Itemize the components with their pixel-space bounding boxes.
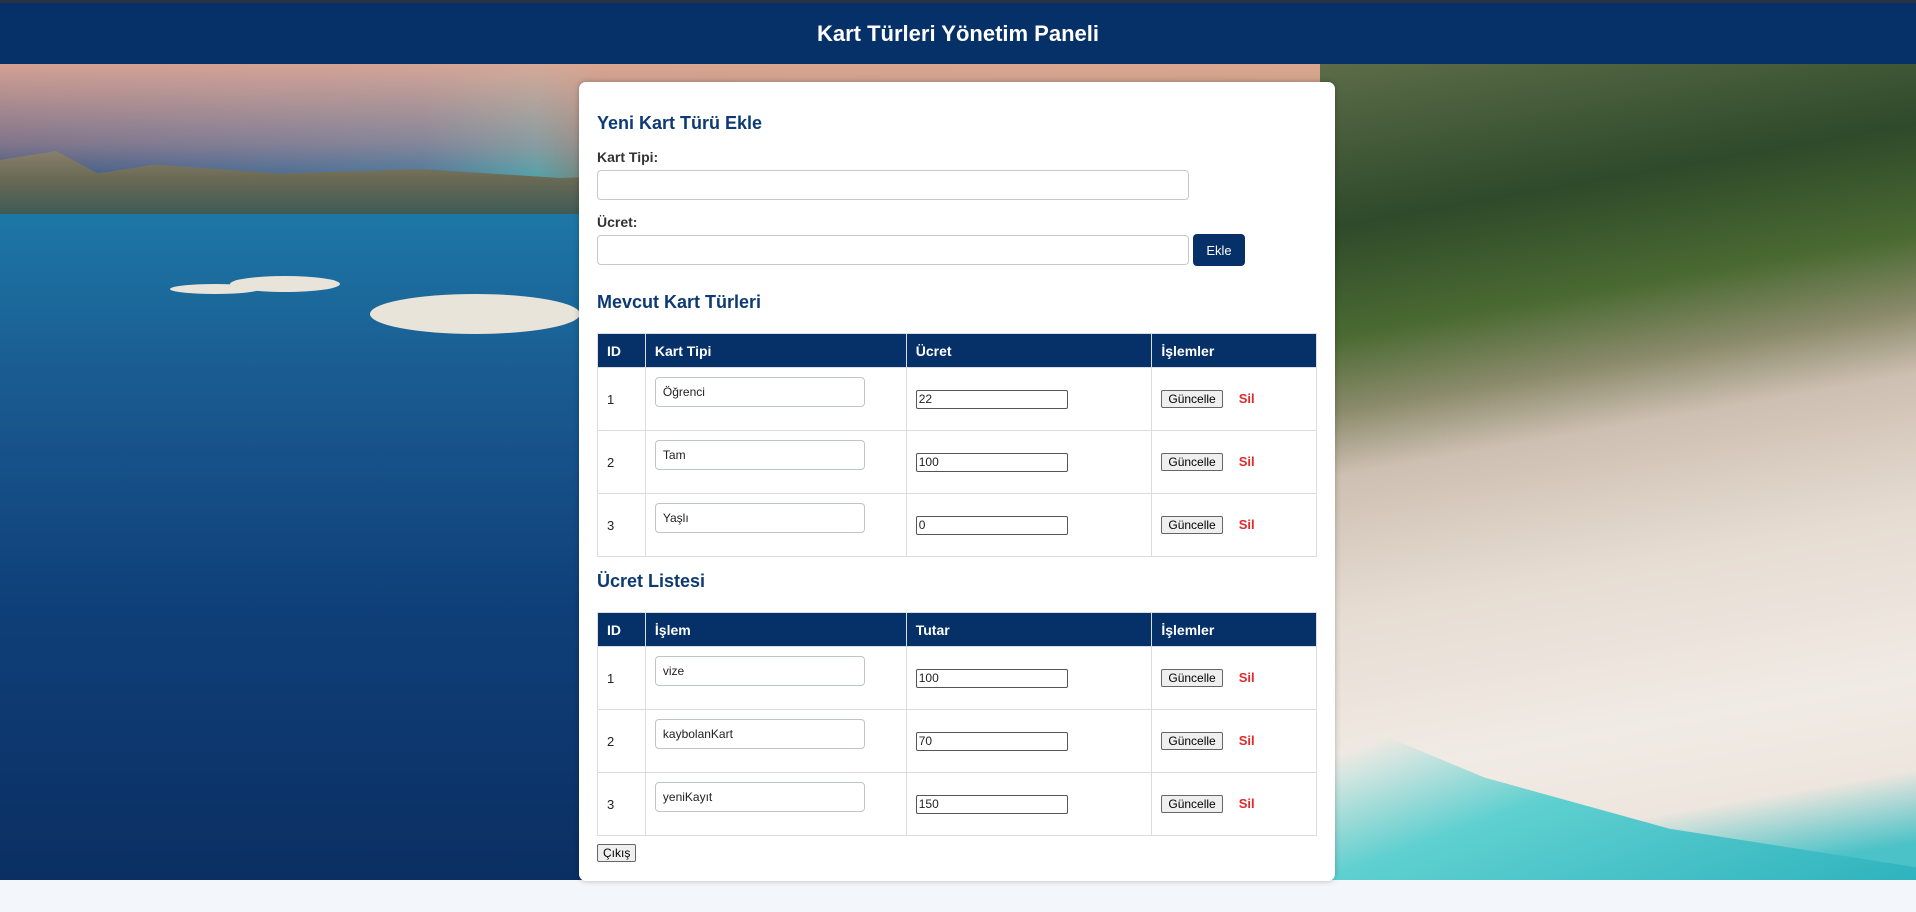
background-island bbox=[230, 276, 340, 292]
table-row: 2 Güncelle Sil bbox=[597, 709, 1317, 773]
table-row: 3 Güncelle Sil bbox=[597, 772, 1317, 836]
table-row: 3 Güncelle Sil bbox=[597, 493, 1317, 557]
card-types-heading: Mevcut Kart Türleri bbox=[597, 292, 762, 312]
row-id: 2 bbox=[597, 430, 646, 494]
column-header: Ücret bbox=[905, 333, 1153, 368]
table-row: 1 Güncelle Sil bbox=[597, 646, 1317, 710]
column-header: Kart Tipi bbox=[644, 333, 907, 368]
delete-link[interactable]: Sil bbox=[1239, 796, 1255, 811]
fee-amount-input[interactable] bbox=[915, 668, 1068, 688]
card-types-table: ID Kart Tipi Ücret İşlemler 1 Güncelle Si… bbox=[597, 333, 1317, 557]
page-header: Kart Türleri Yönetim Paneli bbox=[0, 3, 1916, 64]
card-type-fee-input[interactable] bbox=[915, 452, 1068, 472]
fee-list-heading: Ücret Listesi bbox=[597, 571, 706, 591]
column-header: İşlem bbox=[644, 612, 907, 647]
card-type-input[interactable] bbox=[597, 170, 1189, 200]
column-header: ID bbox=[597, 612, 646, 647]
delete-link[interactable]: Sil bbox=[1239, 670, 1255, 685]
update-button[interactable]: Güncelle bbox=[1161, 732, 1223, 750]
column-header: İşlemler bbox=[1151, 333, 1317, 368]
fee-label: Ücret: bbox=[597, 214, 638, 230]
fee-name-input[interactable] bbox=[654, 719, 865, 749]
update-button[interactable]: Güncelle bbox=[1161, 669, 1223, 687]
add-button[interactable]: Ekle bbox=[1193, 234, 1245, 266]
card-type-fee-input[interactable] bbox=[915, 515, 1068, 535]
fee-name-input[interactable] bbox=[654, 656, 865, 686]
table-row: 2 Güncelle Sil bbox=[597, 430, 1317, 494]
add-card-type-heading: Yeni Kart Türü Ekle bbox=[597, 113, 763, 133]
fee-input[interactable] bbox=[597, 235, 1189, 265]
delete-link[interactable]: Sil bbox=[1239, 733, 1255, 748]
column-header: ID bbox=[597, 333, 646, 368]
background-island bbox=[370, 294, 580, 334]
fee-amount-input[interactable] bbox=[915, 794, 1068, 814]
card-type-name-input[interactable] bbox=[654, 440, 865, 470]
update-button[interactable]: Güncelle bbox=[1161, 795, 1223, 813]
card-type-name-input[interactable] bbox=[654, 377, 865, 407]
fee-name-input[interactable] bbox=[654, 782, 865, 812]
update-button[interactable]: Güncelle bbox=[1161, 516, 1223, 534]
update-button[interactable]: Güncelle bbox=[1161, 453, 1223, 471]
table-header-row: ID İşlem Tutar İşlemler bbox=[597, 612, 1317, 647]
main-panel: Yeni Kart Türü Ekle Kart Tipi: Ücret: Ek… bbox=[579, 82, 1335, 881]
delete-link[interactable]: Sil bbox=[1239, 391, 1255, 406]
row-id: 2 bbox=[597, 709, 646, 773]
exit-button[interactable]: Çıkış bbox=[597, 844, 637, 862]
row-id: 1 bbox=[597, 367, 646, 431]
fee-list-table: ID İşlem Tutar İşlemler 1 Güncelle Sil 2 … bbox=[597, 612, 1317, 836]
row-id: 3 bbox=[597, 772, 646, 836]
column-header: Tutar bbox=[905, 612, 1153, 647]
card-type-fee-input[interactable] bbox=[915, 389, 1068, 409]
update-button[interactable]: Güncelle bbox=[1161, 390, 1223, 408]
page-title: Kart Türleri Yönetim Paneli bbox=[816, 20, 1099, 46]
column-header: İşlemler bbox=[1151, 612, 1317, 647]
row-id: 3 bbox=[597, 493, 646, 557]
card-type-name-input[interactable] bbox=[654, 503, 865, 533]
delete-link[interactable]: Sil bbox=[1239, 454, 1255, 469]
card-type-label: Kart Tipi: bbox=[597, 149, 659, 165]
row-id: 1 bbox=[597, 646, 646, 710]
fee-amount-input[interactable] bbox=[915, 731, 1068, 751]
table-header-row: ID Kart Tipi Ücret İşlemler bbox=[597, 333, 1317, 368]
table-row: 1 Güncelle Sil bbox=[597, 367, 1317, 431]
delete-link[interactable]: Sil bbox=[1239, 517, 1255, 532]
